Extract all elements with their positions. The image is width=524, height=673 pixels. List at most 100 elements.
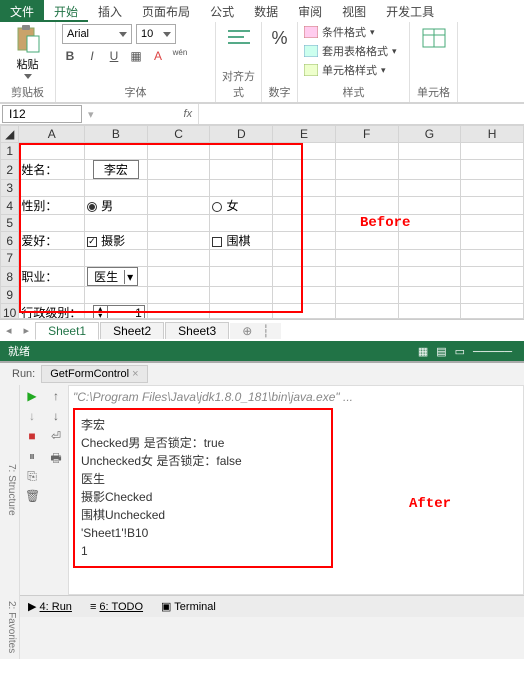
name-button-control[interactable]: 李宏 [93,160,139,179]
ide-output[interactable]: "C:\Program Files\Java\jdk1.8.0_181\bin\… [68,385,524,595]
border-button[interactable]: ▦ [128,49,144,63]
bottom-terminal-tab[interactable]: ▣ Terminal [161,600,216,613]
status-ready: 就绪 [8,343,30,359]
tab-dev[interactable]: 开发工具 [376,0,444,22]
font-size: 10 [141,28,153,40]
col-header[interactable]: F [335,126,398,143]
phonetic-button[interactable]: wén [172,48,188,63]
tab-home[interactable]: 开始 [44,0,88,22]
close-icon[interactable]: × [132,368,138,380]
tab-layout[interactable]: 页面布局 [132,0,200,22]
job-combobox[interactable]: 医生▾ [87,267,138,286]
sheet-tab-2[interactable]: Sheet2 [100,322,164,339]
rank-spinner[interactable]: ▴▾1 [93,305,145,320]
cell-name-label[interactable]: 姓名： [19,160,85,180]
number-format-button[interactable]: % [266,24,294,52]
font-name: Arial [67,28,89,40]
sheet-tab-3[interactable]: Sheet3 [165,322,229,339]
checkbox-go[interactable] [212,237,222,247]
fx-icon[interactable]: fx [178,108,199,120]
down-icon[interactable]: ↓ [49,409,63,423]
cells-button[interactable] [420,24,448,52]
row-header[interactable]: 5 [1,215,19,232]
pagebreak-view-icon[interactable]: ▭ [455,346,465,358]
formula-input[interactable] [198,104,524,124]
spinner-buttons[interactable]: ▴▾ [94,306,108,320]
cell-job-label[interactable]: 职业： [19,267,85,287]
cell-style-button[interactable]: 单元格样式▾ [304,62,403,78]
underline-button[interactable]: U [106,49,122,63]
run-label: Run: [12,368,35,380]
out-line: 1 [81,542,325,560]
ide-toolbar: ▶ ↓ ■ ⏸ ⎘ 🗑 [20,385,44,595]
sheet-tab-1[interactable]: Sheet1 [35,322,99,340]
checkbox-photo[interactable] [87,237,97,247]
align-button[interactable] [225,24,253,52]
cell-hobby-label[interactable]: 爱好： [19,232,85,250]
row-header[interactable]: 8 [1,267,19,287]
paste-button[interactable]: 粘贴 [6,24,49,79]
col-header[interactable]: G [398,126,461,143]
radio-male[interactable] [87,202,97,212]
align-icon [226,28,252,48]
tab-review[interactable]: 审阅 [288,0,332,22]
radio-female[interactable] [212,202,222,212]
cell-sex-label[interactable]: 性别： [19,197,85,215]
page-view-icon[interactable]: ▤ [436,346,446,358]
tab-insert[interactable]: 插入 [88,0,132,22]
stop-icon[interactable]: ↓ [25,409,39,423]
print-icon[interactable]: 🖶 [49,449,63,463]
annotation-after: After [409,496,451,512]
view-controls[interactable]: ▦▤▭───── [414,345,516,358]
sheet-nav-prev[interactable]: ◂ [0,324,18,337]
col-header[interactable]: D [210,126,273,143]
col-header[interactable]: B [85,126,148,143]
row-header[interactable]: 4 [1,197,19,215]
name-box[interactable]: I12 [2,105,82,123]
dump-icon[interactable]: ⎘ [25,469,39,483]
namebox-dropdown[interactable]: ▾ [84,108,98,121]
table-format-button[interactable]: 套用表格格式▾ [304,43,403,59]
tab-data[interactable]: 数据 [244,0,288,22]
select-all[interactable]: ◢ [1,126,19,143]
col-header[interactable]: E [273,126,336,143]
ide-side-structure[interactable]: 7: Structure [0,385,20,595]
col-header[interactable]: H [461,126,524,143]
tab-view[interactable]: 视图 [332,0,376,22]
col-header[interactable]: C [147,126,210,143]
tab-formula[interactable]: 公式 [200,0,244,22]
grid-table[interactable]: ◢ A B C D E F G H 1 2姓名：李宏 3 4性别：男女 5 6爱… [0,125,524,319]
row-header[interactable]: 9 [1,287,19,304]
font-name-select[interactable]: Arial [62,24,132,44]
wrap-icon[interactable]: ⏎ [49,429,63,443]
row-header[interactable]: 6 [1,232,19,250]
font-color-button[interactable]: A [150,49,166,63]
col-header[interactable]: A [19,126,85,143]
pause-icon[interactable]: ⏸ [25,449,39,463]
ide-run-tab[interactable]: GetFormControl × [41,365,147,383]
tab-file[interactable]: 文件 [0,0,44,22]
bold-button[interactable]: B [62,49,78,63]
checkbox-photo-label: 摄影 [101,234,125,248]
trash-icon[interactable]: 🗑 [25,489,39,503]
sheet-add-button[interactable]: ⊕ ┆ [230,323,281,339]
normal-view-icon[interactable]: ▦ [418,346,428,358]
cell-rank-label[interactable]: 行政级别： [19,304,85,320]
cells-icon [421,27,447,49]
up-icon[interactable]: ↑ [49,389,63,403]
stop-square-icon[interactable]: ■ [25,429,39,443]
sheet-nav-next[interactable]: ▸ [18,324,36,337]
italic-button[interactable]: I [84,49,100,63]
run-icon[interactable]: ▶ [25,389,39,403]
row-header[interactable]: 10 [1,304,19,320]
conditional-format-button[interactable]: 条件格式▾ [304,24,403,40]
row-header[interactable]: 3 [1,180,19,197]
bottom-todo-tab[interactable]: ≡ 6: TODO [90,601,143,613]
row-header[interactable]: 7 [1,250,19,267]
row-header[interactable]: 2 [1,160,19,180]
out-line: 李宏 [81,416,325,434]
row-header[interactable]: 1 [1,143,19,160]
font-size-select[interactable]: 10 [136,24,176,44]
bottom-run-tab[interactable]: ▶ 4: Run [28,600,72,613]
ide-side-favorites[interactable]: 2: Favorites [0,595,20,659]
